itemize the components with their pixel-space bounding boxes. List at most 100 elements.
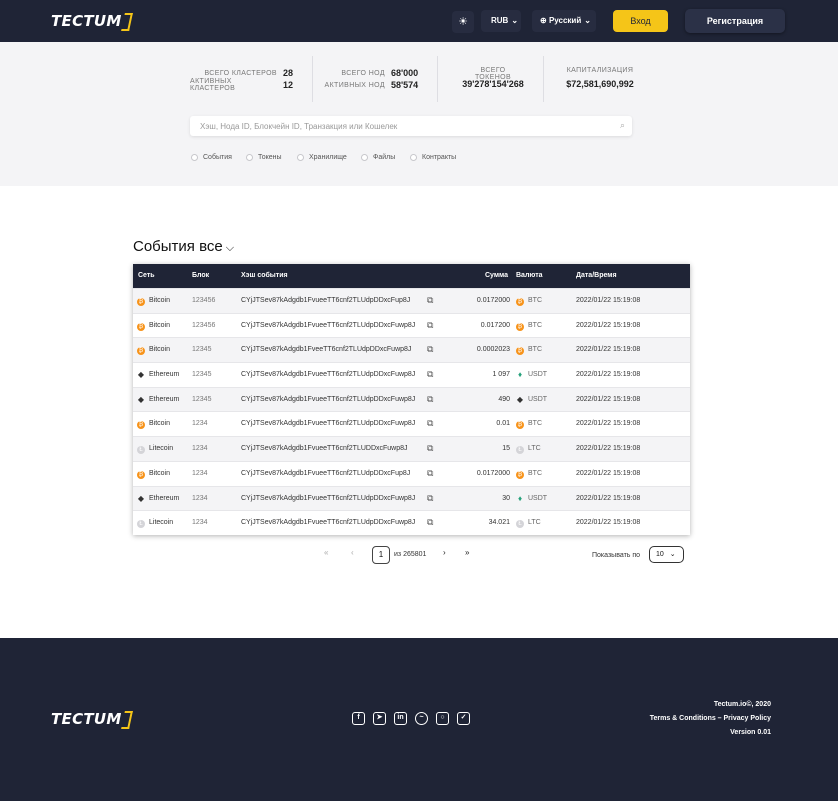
currency-cell: ₿ BTC: [516, 420, 542, 430]
hash-cell[interactable]: CYjJTSev87kAdgdb1FvueeTT6cnf2TLUdpDDxcFu…: [241, 396, 415, 403]
btc-icon: ₿: [137, 421, 145, 430]
filter-label: Контракты: [422, 154, 457, 161]
hash-cell[interactable]: CYjJTSev87kAdgdb1FvueeTT6cnf2TLUdpDDxcFu…: [241, 297, 410, 304]
social-links: f ➤ in ~ ○ ✓: [352, 712, 470, 725]
currency-cell: ◆ USDT: [516, 395, 548, 404]
prev-page-button[interactable]: ‹: [351, 548, 354, 557]
sum-value: 15: [502, 445, 510, 453]
network-name: Ethereum: [149, 395, 180, 403]
divider: [437, 56, 438, 102]
footer: TECTUM f ➤ in ~ ○ ✓ Tectum.io©, 2020 Ter…: [0, 638, 838, 801]
instagram-icon[interactable]: ○: [436, 712, 449, 725]
sum-cell: 0.0172000: [449, 462, 510, 486]
table-row[interactable]: ₿ Bitcoin 1234 CYjJTSev87kAdgdb1FvueeTT6cnf…: [133, 411, 690, 436]
twitter-icon[interactable]: ✓: [457, 712, 470, 725]
filter-storage[interactable]: Хранилище: [297, 154, 347, 161]
block-cell[interactable]: 1234: [192, 495, 208, 502]
copy-icon[interactable]: ⧉: [427, 344, 433, 355]
page-title: События все: [133, 238, 223, 255]
table-row[interactable]: ◆ Ethereum 12345 CYjJTSev87kAdgdb1FvueeTT6c…: [133, 386, 690, 412]
search-icon[interactable]: ⌕: [620, 120, 625, 131]
events-title-dropdown[interactable]: События все ⌵: [133, 238, 234, 255]
hash-cell[interactable]: CYjJTSev87kAdgdb1FveeTT6cnf2TLUdpDDxcFuw…: [241, 346, 411, 353]
table-row[interactable]: ◆ Ethereum 12345 CYjJTSev87kAdgdb1FvueeTT6c…: [133, 362, 690, 387]
hash-cell[interactable]: CYjJTSev87kAdgdb1FvueeTT6cnf2TLUdpDDxcFu…: [241, 495, 415, 502]
theme-toggle-button[interactable]: ☀: [452, 11, 474, 33]
next-page-button[interactable]: ›: [443, 548, 446, 557]
column-header: Валюта: [516, 272, 543, 279]
table-row[interactable]: ₿ Bitcoin 123456 CYjJTSev87kAdgdb1FvueeTT6c…: [133, 312, 690, 338]
telegram-icon[interactable]: ➤: [373, 712, 386, 725]
current-page-input[interactable]: 1: [372, 546, 390, 564]
copy-icon[interactable]: ⧉: [427, 468, 433, 479]
block-cell[interactable]: 1234: [192, 470, 208, 477]
sum-value: 0.0172000: [476, 297, 510, 304]
btc-icon: ₿: [516, 298, 524, 306]
currency-name: USDT: [528, 494, 548, 502]
stat-value: 12: [283, 80, 294, 90]
sum-cell: 0.017200: [449, 314, 510, 338]
footer-logo[interactable]: TECTUM: [51, 710, 133, 729]
tokens-stat: ВСЕГО ТОКЕНОВ 39'278'154'268: [462, 67, 524, 91]
block-cell[interactable]: 12345: [192, 371, 211, 378]
radio-icon: [191, 154, 198, 161]
chevron-down-icon: ⌵: [222, 242, 235, 254]
currency-name: USDT: [528, 395, 548, 403]
copy-icon[interactable]: ⧉: [427, 418, 433, 429]
copy-icon[interactable]: ⧉: [427, 493, 433, 504]
date-cell: 2022/01/22 15:19:08: [576, 371, 641, 379]
copy-icon[interactable]: ⧉: [427, 394, 433, 405]
last-page-button[interactable]: »: [465, 548, 469, 557]
network-cell: ₿ Bitcoin: [137, 322, 170, 331]
messenger-icon[interactable]: ~: [415, 712, 428, 725]
copy-icon[interactable]: ⧉: [427, 443, 433, 454]
filter-events[interactable]: События: [191, 154, 232, 161]
table-row[interactable]: ₿ Bitcoin 123456 CYjJTSev87kAdgdb1FvueeTT6c…: [133, 288, 690, 313]
hash-cell[interactable]: CYjJTSev87kAdgdb1FvueeTT6cnf2TLUdpDDxcFu…: [241, 322, 415, 329]
first-page-button[interactable]: «: [324, 548, 328, 557]
filter-tokens[interactable]: Токены: [246, 154, 282, 161]
login-button[interactable]: Вход: [613, 10, 668, 32]
currency-select[interactable]: RUB ⌄: [481, 10, 521, 32]
hash-cell[interactable]: CYjJTSev87kAdgdb1FvueeTT6cnf2TLUDDxcFuwp…: [241, 445, 408, 452]
table-row[interactable]: Ł Litecoin 1234 CYjJTSev87kAdgdb1FvueeTT6cn…: [133, 510, 690, 535]
tectum-logo[interactable]: TECTUM: [51, 12, 133, 31]
table-row[interactable]: ₿ Bitcoin 1234 CYjJTSev87kAdgdb1FvueeTT6cnf…: [133, 460, 690, 486]
hash-cell[interactable]: CYjJTSev87kAdgdb1FvueeTT6cnf2TLUdpDDxcFu…: [241, 519, 415, 526]
sum-cell: 15: [449, 437, 510, 461]
linkedin-icon[interactable]: in: [394, 712, 407, 725]
hash-cell[interactable]: CYjJTSev87kAdgdb1FvueeTT6cnf2TLUdpDDxcFu…: [241, 371, 415, 378]
copy-icon[interactable]: ⧉: [427, 517, 433, 528]
hash-cell[interactable]: CYjJTSev87kAdgdb1FvueeTT6cnf2TLUdpDDxcFu…: [241, 470, 410, 477]
per-page-select[interactable]: 10 ⌄: [649, 546, 684, 563]
block-cell[interactable]: 123456: [192, 297, 215, 304]
copy-icon[interactable]: ⧉: [427, 295, 433, 306]
block-cell[interactable]: 123456: [192, 322, 215, 329]
copy-icon[interactable]: ⧉: [427, 320, 433, 331]
table-row[interactable]: ₿ Bitcoin 12345 CYjJTSev87kAdgdb1FveeTT6cnf…: [133, 337, 690, 363]
facebook-icon[interactable]: f: [352, 712, 365, 725]
copy-icon[interactable]: ⧉: [427, 369, 433, 380]
search-input[interactable]: [190, 116, 600, 137]
block-cell[interactable]: 1234: [192, 420, 208, 427]
table-header: Сеть Блок Хэш события Сумма Валюта Дата/…: [133, 264, 690, 288]
hash-cell[interactable]: CYjJTSev87kAdgdb1FvueeTT6cnf2TLUdpDDxcFu…: [241, 420, 415, 427]
table-row[interactable]: ◆ Ethereum 1234 CYjJTSev87kAdgdb1FvueeTT6cn…: [133, 485, 690, 511]
currency-label: RUB: [491, 16, 509, 25]
stat-value: 68'000: [391, 68, 419, 78]
register-button[interactable]: Регистрация: [685, 9, 785, 33]
block-cell[interactable]: 1234: [192, 445, 208, 452]
currency-name: BTC: [528, 469, 542, 477]
table-row[interactable]: Ł Litecoin 1234 CYjJTSev87kAdgdb1FvueeTT6cn…: [133, 436, 690, 461]
block-cell[interactable]: 12345: [192, 396, 211, 403]
filter-contracts[interactable]: Контракты: [410, 154, 456, 161]
stat-label: ВСЕГО КЛАСТЕРОВ: [204, 69, 277, 77]
filter-files[interactable]: Файлы: [361, 154, 395, 161]
block-cell[interactable]: 1234: [192, 519, 208, 526]
language-select[interactable]: ⊕ Русский ⌄: [532, 10, 596, 32]
terms-link[interactable]: Terms & Conditions – Privacy Policy: [650, 715, 771, 722]
block-cell[interactable]: 12345: [192, 346, 211, 353]
network-name: Litecoin: [149, 519, 174, 527]
eth-icon: ◆: [137, 394, 145, 404]
usdt-icon: ♦: [517, 370, 523, 380]
